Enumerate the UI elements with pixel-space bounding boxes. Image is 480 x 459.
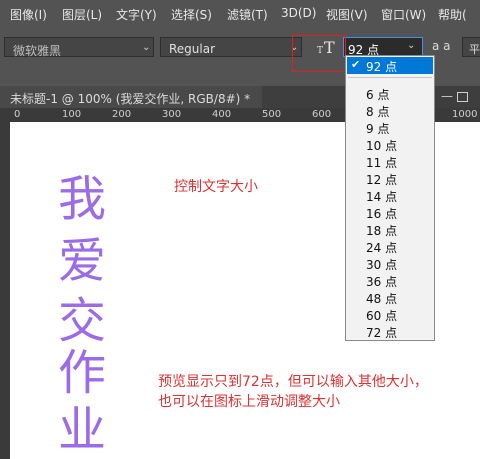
dropdown-option[interactable]: 30 点: [366, 256, 397, 273]
document-tab[interactable]: 未标题-1 @ 100% (我爱交作业, RGB/8#) *: [0, 86, 262, 108]
menu-type[interactable]: 文字(Y): [116, 6, 157, 23]
ruler-label: 0: [14, 109, 21, 120]
menu-layer[interactable]: 图层(L): [62, 6, 102, 23]
dropdown-selected-row[interactable]: ✔ 92 点: [347, 57, 433, 74]
menu-help[interactable]: 帮助(: [438, 6, 467, 23]
chevron-down-icon[interactable]: ⌄: [407, 40, 421, 54]
minimize-icon[interactable]: —: [441, 89, 453, 103]
font-style-select[interactable]: Regular ⌄: [160, 37, 302, 57]
vertical-text-char: 我: [57, 171, 106, 227]
dropdown-option[interactable]: 6 点: [366, 86, 389, 103]
dropdown-option[interactable]: 12 点: [366, 171, 397, 188]
dropdown-option[interactable]: 9 点: [366, 120, 389, 137]
ruler-label: 1000: [452, 109, 478, 120]
annotation-bottom-line2: 也可以在图标上滑动调整大小: [158, 394, 340, 410]
restore-icon[interactable]: [457, 92, 468, 102]
checkmark-icon: ✔: [351, 58, 361, 71]
font-family-select[interactable]: 微软雅黑 ⌄: [4, 37, 154, 58]
menu-select[interactable]: 选择(S): [171, 6, 212, 23]
annotation-bottom-line1: 预览显示只到72点，但可以输入其他大小，: [158, 374, 428, 390]
vertical-ruler: [0, 122, 10, 459]
annotation-top: 控制文字大小: [174, 179, 258, 195]
document-tab-title: 未标题-1 @ 100% (我爱交作业, RGB/8#) *: [10, 92, 251, 106]
menu-view[interactable]: 视图(V): [326, 6, 368, 23]
dropdown-option[interactable]: 24 点: [366, 239, 397, 256]
menu-image[interactable]: 图像(I): [10, 6, 47, 23]
dropdown-option[interactable]: 36 点: [366, 273, 397, 290]
dropdown-option[interactable]: 14 点: [366, 188, 397, 205]
vertical-text-char: 交: [57, 293, 106, 349]
dropdown-option[interactable]: 10 点: [366, 137, 397, 154]
ruler-label: 300: [162, 109, 182, 120]
dropdown-selected-label: 92 点: [366, 60, 398, 74]
anti-alias-icon[interactable]: a a: [432, 39, 451, 53]
dropdown-option[interactable]: 48 点: [366, 290, 397, 307]
menu-filter[interactable]: 滤镜(T): [227, 6, 268, 23]
ruler-label: 100: [62, 109, 82, 120]
ruler-label: 200: [112, 109, 132, 120]
dropdown-option[interactable]: 16 点: [366, 205, 397, 222]
dropdown-option[interactable]: 18 点: [366, 222, 397, 239]
align-select[interactable]: 平: [462, 37, 480, 57]
menu-bar: 图像(I) 图层(L) 文字(Y) 选择(S) 滤镜(T) 3D(D) 视图(V…: [0, 0, 480, 28]
size-icon-highlight: [292, 35, 346, 72]
font-style-value: Regular: [169, 42, 216, 56]
menu-3d[interactable]: 3D(D): [281, 6, 316, 20]
font-size-dropdown: ✔ 92 点 6 点 8 点 9 点 10 点 11 点 12 点 14 点 1…: [345, 55, 435, 341]
dropdown-option[interactable]: 8 点: [366, 103, 389, 120]
vertical-text-char: 爱: [57, 233, 106, 289]
dropdown-divider: [348, 77, 432, 78]
chevron-down-icon: ⌄: [142, 42, 151, 53]
ruler-label: 400: [212, 109, 232, 120]
font-family-value: 微软雅黑: [13, 44, 62, 58]
dropdown-option[interactable]: 11 点: [366, 154, 397, 171]
vertical-text-char: 业: [57, 402, 106, 458]
ruler-label: 500: [262, 109, 282, 120]
dropdown-option[interactable]: 72 点: [366, 324, 397, 341]
dropdown-option[interactable]: 60 点: [366, 307, 397, 324]
menu-window[interactable]: 窗口(W): [381, 6, 426, 23]
vertical-text-char: 作: [57, 345, 106, 401]
ruler-label: 600: [312, 109, 332, 120]
